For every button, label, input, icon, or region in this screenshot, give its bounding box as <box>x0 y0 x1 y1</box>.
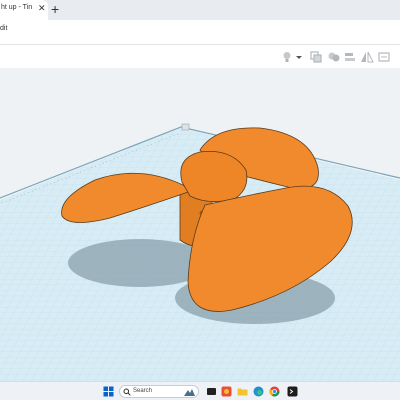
dropdown-caret-icon[interactable] <box>294 50 304 64</box>
photos-icon[interactable] <box>221 386 232 397</box>
group-icon[interactable] <box>309 50 323 64</box>
align-icon[interactable] <box>343 50 357 64</box>
taskbar-search-box[interactable]: Search <box>119 385 199 398</box>
browser-tab-strip: ht up - Tin ✕ + <box>0 0 400 20</box>
workplane-viewport[interactable] <box>0 68 400 381</box>
file-explorer-icon[interactable] <box>206 386 217 397</box>
view-cube <box>181 123 190 131</box>
browser-tab[interactable]: ht up - Tin ✕ <box>0 0 48 20</box>
workplane-canvas[interactable] <box>0 68 400 381</box>
search-placeholder: Search <box>133 388 153 394</box>
close-icon[interactable]: ✕ <box>38 3 46 14</box>
tab-title: ht up - Tin <box>1 4 33 11</box>
chrome-icon[interactable] <box>269 386 280 397</box>
mirror-icon[interactable] <box>360 50 374 64</box>
editor-toolbar <box>0 46 400 68</box>
folder-icon[interactable] <box>237 386 248 397</box>
app-menu-bar: dit <box>0 20 400 45</box>
lightbulb-icon[interactable] <box>280 50 294 64</box>
windows-start-icon[interactable] <box>103 386 114 397</box>
windows-taskbar: Search <box>0 381 400 400</box>
edge-icon[interactable] <box>253 386 264 397</box>
terminal-icon[interactable] <box>287 386 298 397</box>
ungroup-icon[interactable] <box>327 50 341 64</box>
search-icon <box>123 388 131 396</box>
new-tab-button[interactable]: + <box>51 1 59 17</box>
mountain-widget-icon <box>184 389 195 396</box>
menu-edit[interactable]: dit <box>0 25 7 32</box>
cruise-icon[interactable] <box>377 50 391 64</box>
